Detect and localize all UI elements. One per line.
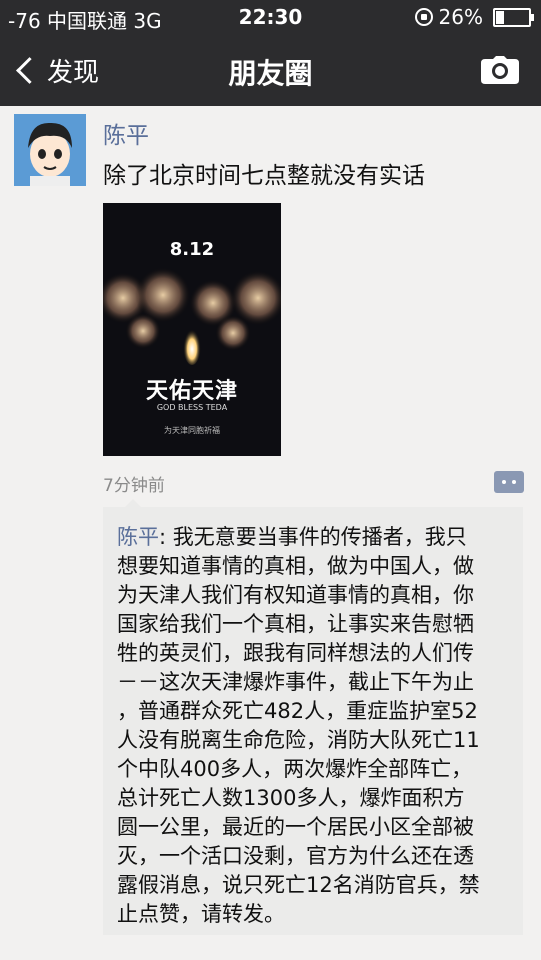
comment-box: 陈平: 我无意要当事件的传播者，我只 想要知道事情的真相，做为中国人，做 为天津… (103, 499, 523, 935)
comment-line: 个中队400多人，两次爆炸全部阵亡， (117, 757, 473, 781)
comment-line: 国家给我们一个真相，让事实来告慰牺 (117, 612, 474, 636)
comment-line: －－这次天津爆炸事件，截止下午为止 (117, 670, 474, 694)
comment-line: 总计死亡人数1300多人，爆炸面积方 (117, 786, 465, 810)
nav-bar: 发现 朋友圈 (0, 36, 541, 106)
post-image[interactable]: 8.12 天佑天津 GOD BLESS TEDA 为天津同胞祈福 (103, 203, 281, 456)
post-text: 除了北京时间七点整就没有实话 (103, 163, 425, 189)
status-right: 26% (414, 5, 534, 29)
battery-icon (493, 7, 534, 27)
comment-line: 为天津人我们有权知道事情的真相，你 (117, 583, 474, 607)
comment-dot (512, 480, 516, 484)
comment-line: ，普通群众死亡482人，重症监护室52 (117, 699, 478, 723)
comment-line: 人没有脱离生命危险，消防大队死亡11 (117, 728, 480, 752)
comment-line: 圆一公里，最近的一个居民小区全部被 (117, 815, 474, 839)
camera-icon[interactable] (481, 56, 519, 84)
rotation-lock-icon (414, 8, 433, 26)
avatar[interactable] (14, 114, 86, 186)
image-subtitle: 为天津同胞祈福 (164, 426, 220, 435)
comment-line: 露假消息，说只死亡12名消防官兵，禁 (117, 873, 480, 897)
comment-line: 止点赞，请转发。 (117, 902, 285, 926)
comment-line: 灭，一个活口没剩，官方为什么还在透 (117, 844, 474, 868)
comment-line: 牲的英灵们，跟我有同样想法的人们传 (117, 641, 474, 665)
comment-dot (502, 480, 506, 484)
image-title: 天佑天津 (145, 379, 238, 404)
battery-percent: 26% (438, 5, 483, 29)
comment-line: 想要知道事情的真相，做为中国人，做 (117, 554, 474, 578)
comment-author[interactable]: 陈平 (117, 525, 159, 549)
post-time: 7分钟前 (103, 476, 165, 496)
battery-fill (496, 10, 504, 24)
page-title: 朋友圈 (228, 57, 313, 90)
comment-line: 陈平: 我无意要当事件的传播者，我只 (117, 525, 467, 549)
avatar-cartoon-icon (14, 114, 86, 186)
status-bar: -76 中国联通 3G 22:30 26% (0, 0, 541, 36)
image-english: GOD BLESS TEDA (156, 403, 228, 412)
comment-icon[interactable] (494, 471, 524, 493)
post-author[interactable]: 陈平 (103, 116, 149, 150)
image-date: 8.12 (169, 239, 215, 260)
